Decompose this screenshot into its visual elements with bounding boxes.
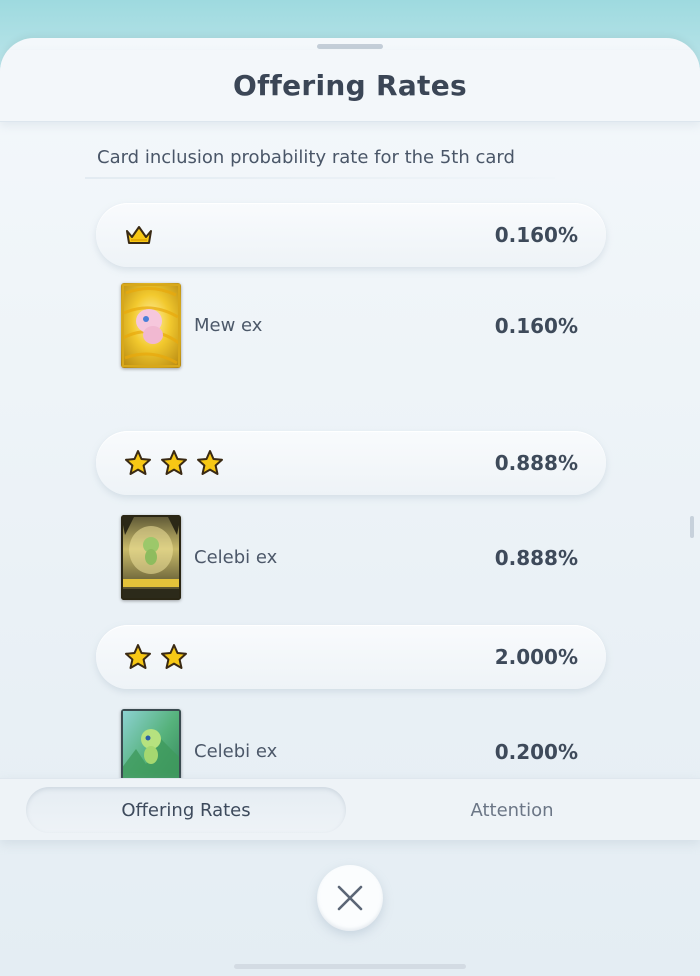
tab-offering-rates[interactable]: Offering Rates bbox=[26, 787, 346, 833]
card-name: Celebi ex bbox=[194, 547, 278, 568]
page-title: Offering Rates bbox=[233, 69, 467, 102]
star-icon bbox=[197, 450, 223, 475]
offering-rates-sheet: Offering Rates Card inclusion probabilit… bbox=[0, 38, 700, 976]
crown-icon bbox=[126, 226, 152, 244]
sheet-grabber[interactable] bbox=[317, 44, 383, 49]
card-row-celebi-ex[interactable]: Celebi ex 0.888% bbox=[96, 513, 606, 603]
crown-rarity bbox=[124, 221, 154, 249]
close-icon bbox=[337, 885, 363, 911]
rarity-tier-three-star: 0.888% bbox=[96, 431, 606, 495]
rates-subtitle: Card inclusion probability rate for the … bbox=[97, 147, 515, 168]
title-bar: Offering Rates bbox=[0, 50, 700, 122]
celebi-ex-full-art-card-art bbox=[121, 709, 181, 778]
two-star-icon bbox=[124, 643, 188, 671]
close-button[interactable] bbox=[317, 865, 383, 931]
celebi-ex-immersive-card-art bbox=[121, 515, 181, 600]
star-icon bbox=[125, 450, 151, 475]
tier-rate: 2.000% bbox=[494, 645, 578, 669]
card-name: Mew ex bbox=[194, 315, 263, 336]
rates-list[interactable]: Card inclusion probability rate for the … bbox=[0, 123, 700, 778]
card-rate: 0.888% bbox=[494, 546, 578, 570]
rarity-tier-crown: 0.160% bbox=[96, 203, 606, 267]
home-indicator bbox=[234, 964, 466, 969]
card-name: Celebi ex bbox=[194, 741, 278, 762]
star-icon bbox=[161, 450, 187, 475]
tier-rate: 0.160% bbox=[494, 223, 578, 247]
star-icon bbox=[161, 644, 187, 669]
tab-attention[interactable]: Attention bbox=[352, 787, 672, 833]
rarity-tier-two-star: 2.000% bbox=[96, 625, 606, 689]
card-rate: 0.200% bbox=[494, 740, 578, 764]
star-icon bbox=[125, 644, 151, 669]
tab-bar: Offering Rates Attention bbox=[0, 778, 700, 840]
card-rate: 0.160% bbox=[494, 314, 578, 338]
three-star-icon bbox=[124, 449, 224, 477]
scrollbar[interactable] bbox=[690, 516, 694, 538]
card-row-mew-ex[interactable]: Mew ex 0.160% bbox=[96, 281, 606, 371]
subtitle-divider bbox=[85, 177, 555, 179]
mew-ex-card-art bbox=[121, 283, 181, 368]
card-row-celebi-ex[interactable]: Celebi ex 0.200% bbox=[96, 707, 606, 778]
tier-rate: 0.888% bbox=[494, 451, 578, 475]
